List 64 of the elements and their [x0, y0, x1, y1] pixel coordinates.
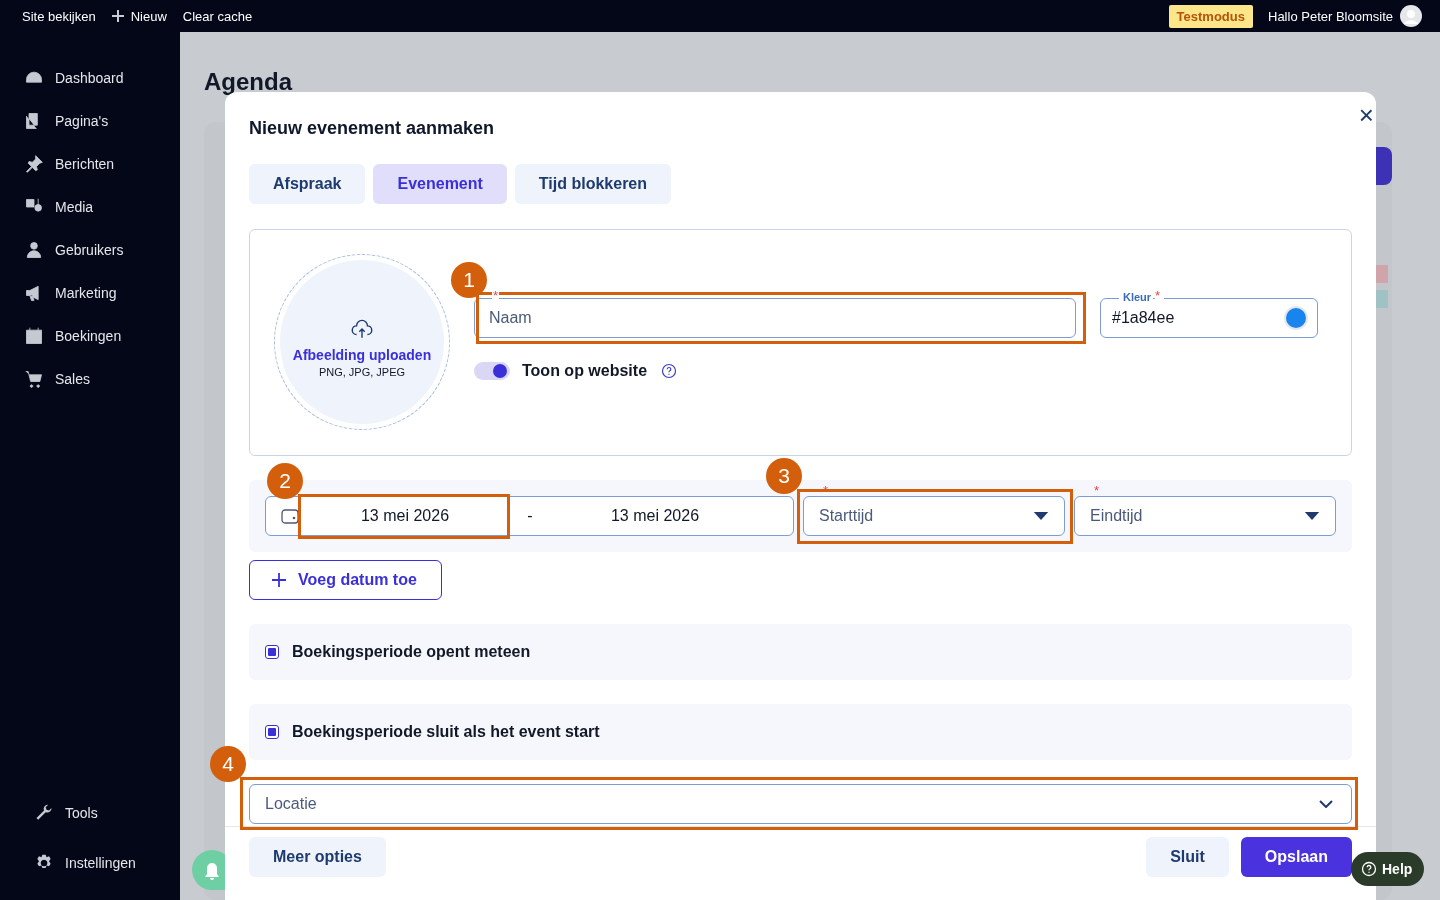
upload-formats: PNG, JPG, JPEG: [318, 365, 406, 378]
annotation-number: 2: [267, 463, 303, 499]
close-button[interactable]: Sluit: [1146, 837, 1229, 877]
modal-title: Nieuw evenement aanmaken: [249, 118, 495, 139]
top-bar-link[interactable]: Nieuw: [111, 8, 167, 24]
sidebar-item[interactable]: Media: [0, 185, 180, 228]
toggle-switch[interactable]: [474, 362, 510, 380]
annotation-number: 1: [451, 262, 487, 298]
sidebar-item[interactable]: Sales: [0, 357, 180, 400]
date-range-field[interactable]: 13 mei 2026 - 13 mei 2026: [265, 496, 794, 536]
event-chip: [1376, 290, 1388, 308]
checkbox[interactable]: [265, 645, 279, 659]
sidebar-item[interactable]: Gebruikers: [0, 228, 180, 271]
avatar-icon[interactable]: [1400, 5, 1422, 27]
color-label: Kleur: [1119, 291, 1154, 304]
plus-icon: [272, 573, 286, 587]
annotation-number: 3: [766, 458, 802, 494]
page-title: Agenda: [204, 68, 294, 96]
more-options-button[interactable]: Meer opties: [249, 837, 386, 877]
image-upload-area[interactable]: Afbeelding uploaden PNG, JPG, JPEG: [274, 254, 450, 430]
color-swatch[interactable]: [1286, 308, 1306, 328]
required-mark: *: [1094, 484, 1100, 497]
greeting: Hallo Peter Bloomsite: [1268, 8, 1393, 24]
checkbox-label: Boekingsperiode sluit als het event start: [292, 723, 600, 741]
save-button[interactable]: Opslaan: [1240, 837, 1352, 877]
sidebar-item[interactable]: Boekingen: [0, 314, 180, 357]
help-icon[interactable]: [661, 363, 678, 379]
help-icon: [1361, 861, 1377, 877]
sidebar-item[interactable]: Marketing: [0, 271, 180, 314]
color-field[interactable]: Kleur * #1a84ee: [1100, 288, 1318, 338]
event-chip: [1376, 265, 1388, 283]
checkbox-label: Boekingsperiode opent meteen: [292, 643, 531, 661]
calendar-icon: [24, 325, 44, 346]
add-date-button[interactable]: Voeg datum toe: [249, 560, 442, 600]
required-mark: *: [492, 289, 500, 302]
chevron-down-icon: [1319, 800, 1333, 808]
time-select[interactable]: Starttijd: [803, 496, 1065, 536]
help-button[interactable]: Help: [1351, 852, 1425, 886]
toggle-label: Toon op website: [522, 362, 648, 380]
time-select[interactable]: Eindtijd: [1074, 496, 1336, 536]
pin-icon: [24, 153, 44, 174]
required-mark: *: [1155, 289, 1165, 302]
sidebar-item[interactable]: Tools: [0, 788, 180, 838]
location-select[interactable]: Locatie: [249, 784, 1352, 824]
tab[interactable]: Afspraak: [249, 164, 366, 204]
test-mode-badge: Testmodus: [1168, 4, 1253, 28]
sidebar-item[interactable]: Berichten: [0, 142, 180, 185]
sidebar-item[interactable]: Dashboard: [0, 56, 180, 99]
dropdown-caret-icon: [1304, 511, 1320, 521]
upload-title: Afbeelding uploaden: [292, 346, 432, 363]
cart-icon: [24, 368, 44, 389]
tab[interactable]: Evenement: [373, 164, 507, 204]
dropdown-caret-icon: [1033, 511, 1049, 521]
tab[interactable]: Tijd blokkeren: [514, 164, 672, 204]
sidebar-item[interactable]: Pagina's: [0, 99, 180, 142]
close-button[interactable]: ×: [1358, 102, 1374, 128]
sidebar-item[interactable]: Instellingen: [0, 838, 180, 888]
name-field[interactable]: Naam: [474, 298, 1076, 338]
top-bar-link[interactable]: Site bekijken: [22, 8, 96, 24]
checkbox[interactable]: [265, 725, 279, 739]
plus-icon: [111, 10, 124, 22]
user-icon: [24, 239, 44, 260]
top-bar-link[interactable]: Clear cache: [182, 8, 253, 24]
wallet-icon: [280, 506, 300, 526]
